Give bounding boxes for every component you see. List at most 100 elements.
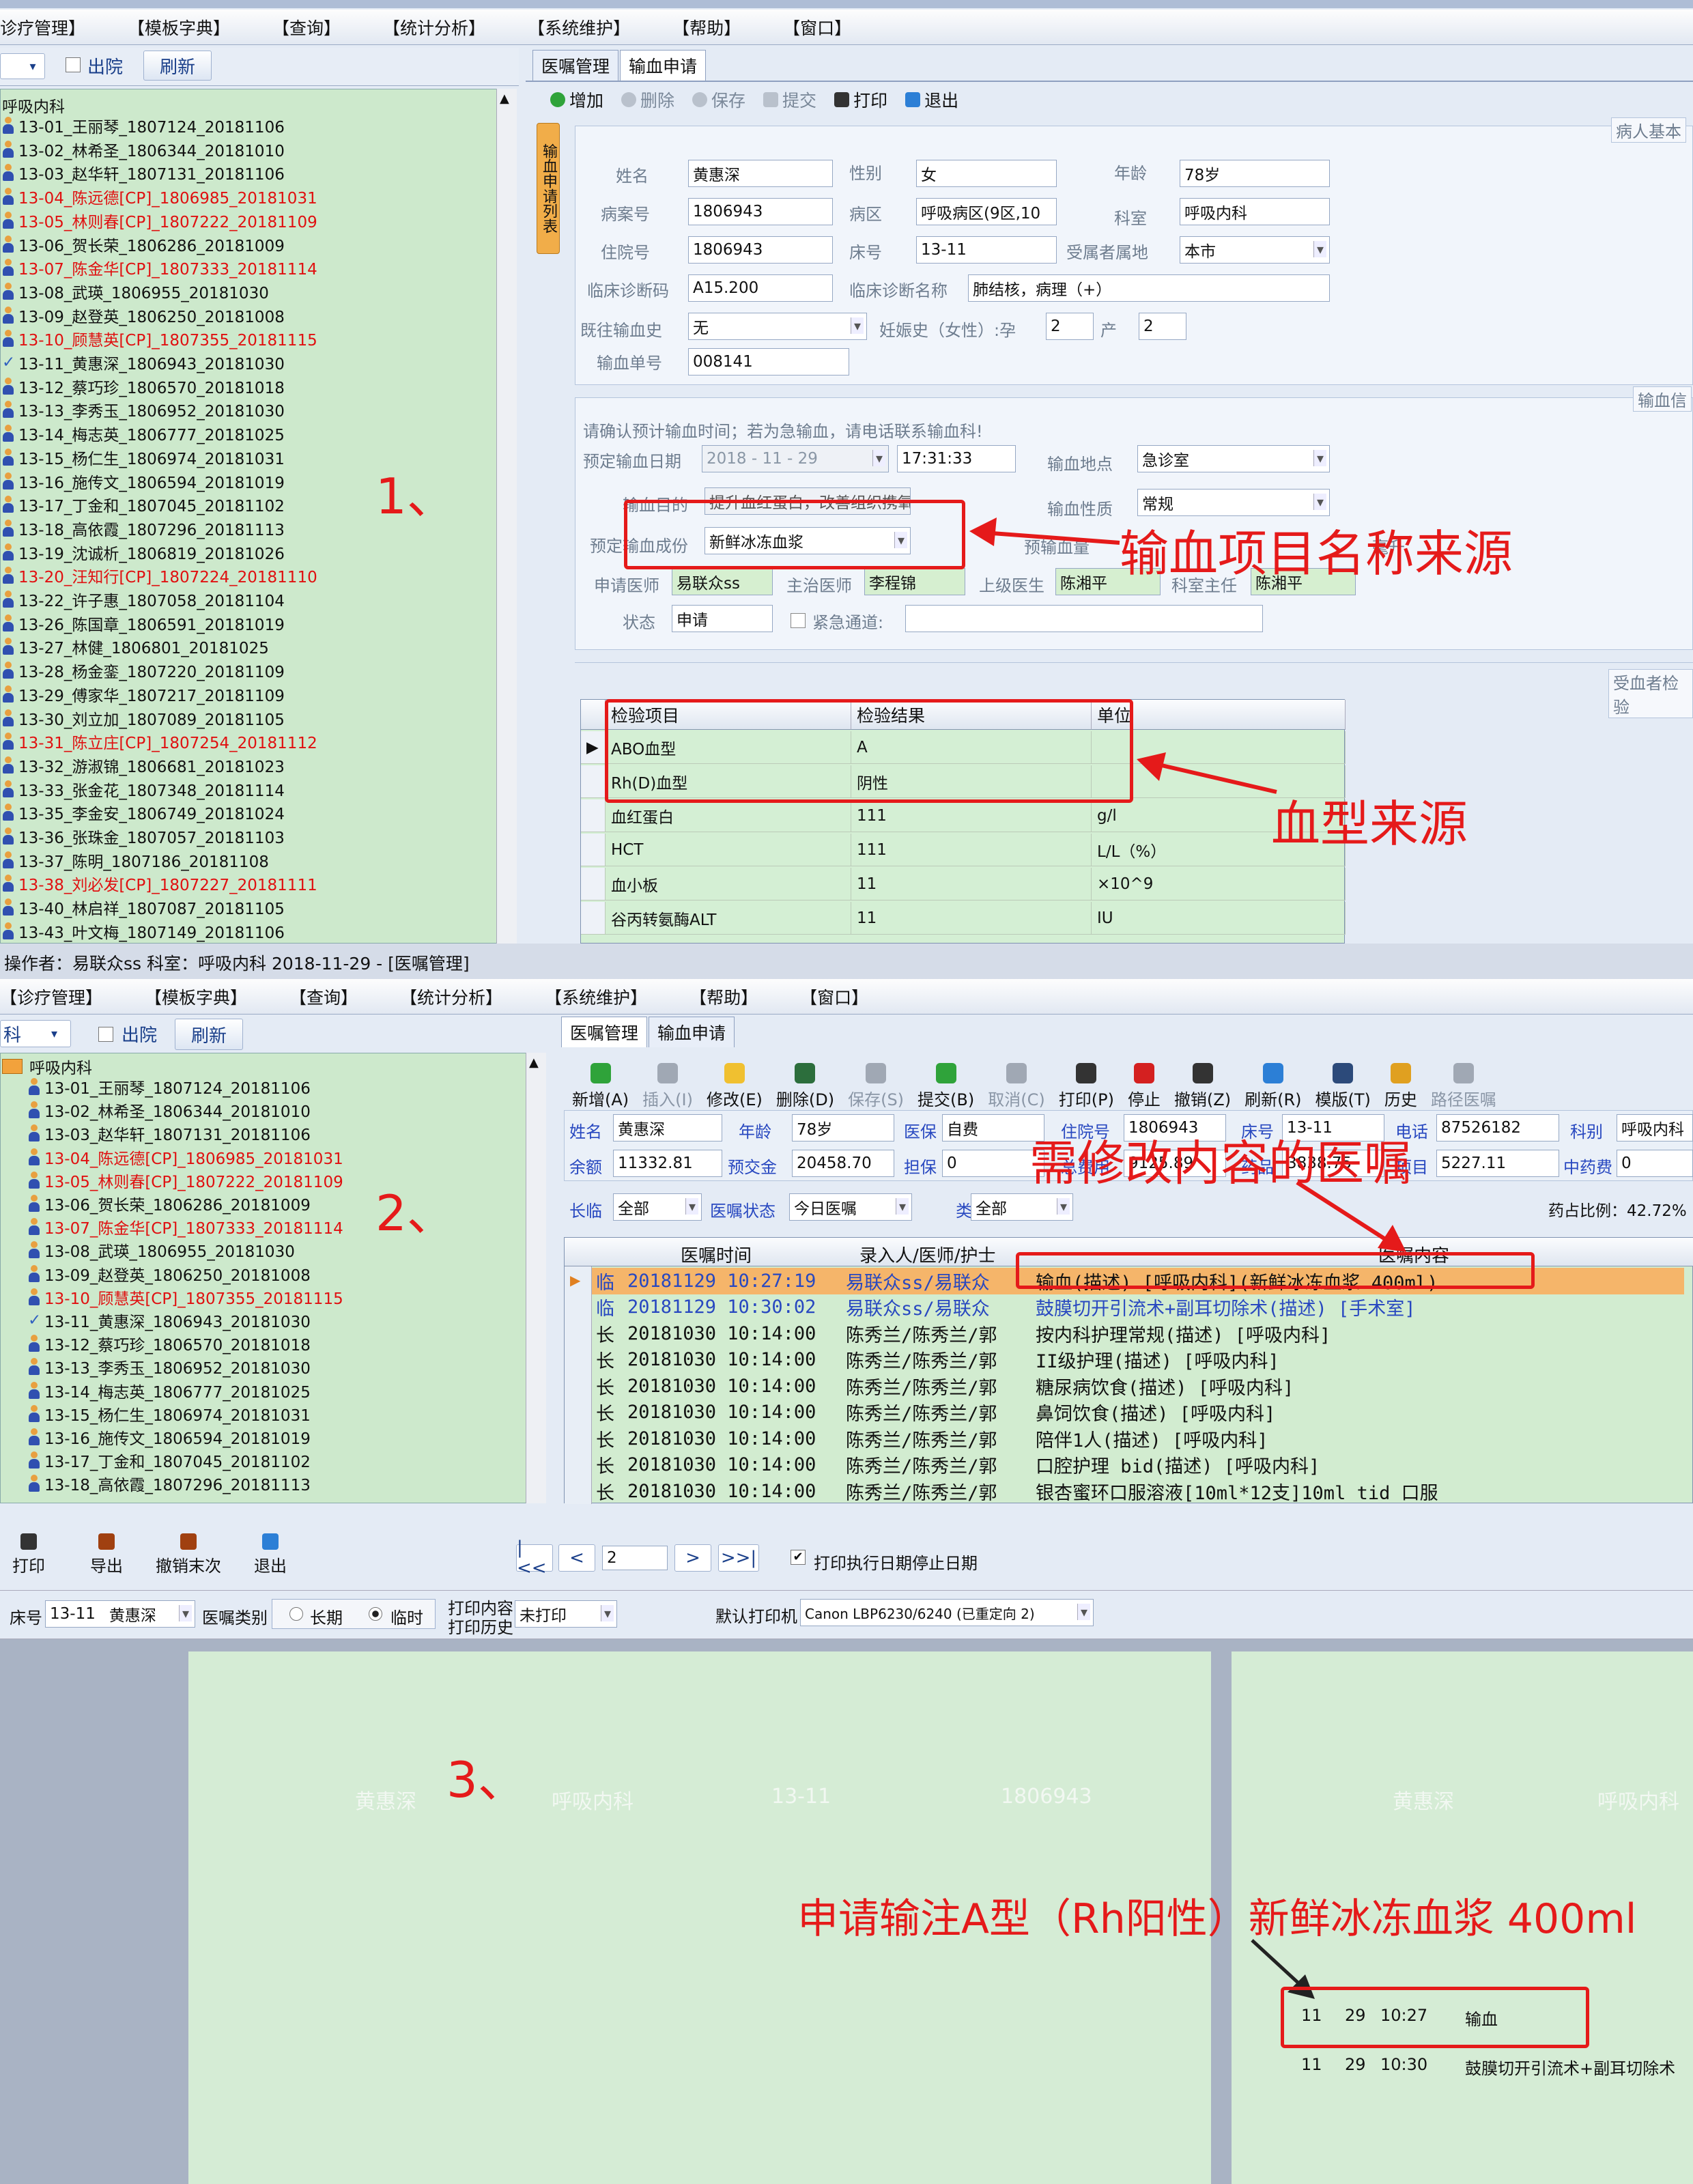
field-sex[interactable]: 女 xyxy=(916,160,1057,187)
patient-tree-item[interactable]: 13-14_梅志英_1806777_20181025 xyxy=(2,422,285,445)
patient-tree-item[interactable]: 13-09_赵登英_1806250_20181008 xyxy=(28,1262,311,1286)
menu-item[interactable]: 【窗口】 xyxy=(800,984,868,1009)
patient-tree-item[interactable]: 13-31_陈立庄[CP]_1807254_20181112 xyxy=(2,730,317,753)
lab-row-selector[interactable] xyxy=(581,902,606,935)
field-time[interactable]: 17:31:33 xyxy=(897,445,1016,472)
patient-tree-item[interactable]: 13-43_叶文梅_1807149_20181106 xyxy=(2,920,285,943)
patient-tree-item[interactable]: 13-04_陈远德[CP]_1806985_20181031 xyxy=(2,185,317,208)
print-button[interactable]: 打印 xyxy=(834,87,887,112)
info-field[interactable]: 78岁 xyxy=(792,1114,894,1141)
order-row[interactable]: 长 20181030 10:14:00 陈秀兰/陈秀兰/郭 II级护理(描述) [呼吸… xyxy=(565,1347,1684,1374)
patient-tree-item[interactable]: 13-06_贺长荣_1806286_20181009 xyxy=(2,233,285,256)
patient-tree-item[interactable]: 13-38_刘必发[CP]_1807227_20181111 xyxy=(2,872,317,895)
save-button[interactable]: 保存 xyxy=(692,87,745,112)
patient-tree-item[interactable]: 13-40_林启祥_1807087_20181105 xyxy=(2,896,285,919)
order-row[interactable]: 长 20181030 10:14:00 陈秀兰/陈秀兰/郭 按内科护理常规(描述) [… xyxy=(565,1320,1684,1347)
field-state[interactable]: 申请 xyxy=(672,605,773,632)
patient-tree-item[interactable]: 13-17_丁金和_1807045_20181102 xyxy=(28,1449,311,1472)
patient-tree-item[interactable]: ✓ 13-11_黄惠深_1806943_20181030 xyxy=(28,1309,311,1332)
patient-tree-item[interactable]: 13-07_陈金华[CP]_1807333_20181114 xyxy=(28,1215,343,1238)
patient-tree-item[interactable]: 13-37_陈明_1807186_20181108 xyxy=(2,849,269,872)
patient-tree-item[interactable]: 13-16_施传文_1806594_20181019 xyxy=(28,1426,311,1449)
menu-item[interactable]: 【模板字典】 xyxy=(145,984,247,1009)
info-field[interactable]: 87526182 xyxy=(1436,1114,1559,1141)
patient-tree-item[interactable]: 13-19_沈诚析_1806819_20181026 xyxy=(2,541,285,564)
menu-item[interactable]: 【统计分析】 xyxy=(400,984,502,1009)
menu-item[interactable]: 诊疗管理】 xyxy=(0,15,85,40)
patient-tree-item[interactable]: 13-03_赵华轩_1807131_20181106 xyxy=(28,1122,311,1145)
tab-transfusion[interactable]: 输血申请 xyxy=(620,50,707,81)
menu-item[interactable]: 【帮助】 xyxy=(689,984,758,1009)
field-transfusion-history[interactable]: 无 xyxy=(688,313,867,340)
field-applicant[interactable]: 易联众ss xyxy=(672,568,773,595)
field-births[interactable]: 2 xyxy=(1139,313,1186,340)
print-state-select[interactable]: 未打印 xyxy=(515,1600,617,1628)
tree-scrollbar[interactable]: ▲ xyxy=(496,89,517,944)
add-order-button[interactable]: 新增(A) xyxy=(572,1063,629,1110)
patient-tree-item[interactable]: 13-30_刘立加_1807089_20181105 xyxy=(2,707,285,730)
patient-tree-item[interactable]: 13-02_林希圣_1806344_20181010 xyxy=(28,1098,311,1122)
patient-tree-item[interactable]: 13-08_武瑛_1806955_20181030 xyxy=(2,280,269,303)
patient-tree-item[interactable]: 13-02_林希圣_1806344_20181010 xyxy=(2,138,285,161)
dept-select[interactable]: ▾ xyxy=(0,53,45,79)
refresh-button[interactable]: 刷新 xyxy=(143,51,212,81)
last-page-button[interactable]: >>| xyxy=(718,1544,759,1572)
patient-tree-item[interactable]: 13-28_杨金銮_1807220_20181109 xyxy=(2,659,285,682)
printer-select[interactable]: Canon LBP6230/6240 (已重定向 2) xyxy=(800,1599,1094,1626)
print-print-button[interactable]: 打印 xyxy=(12,1533,45,1576)
prev-page-button[interactable]: < xyxy=(558,1544,595,1572)
patient-tree-item[interactable]: 13-20_汪知行[CP]_1807224_20181110 xyxy=(2,564,317,587)
stop-order-button[interactable]: 停止 xyxy=(1128,1063,1161,1110)
info-field[interactable]: 黄惠深 xyxy=(613,1114,722,1141)
tree-dept-node-2[interactable]: 呼吸内科 xyxy=(2,1055,92,1078)
discharge-checkbox-2[interactable] xyxy=(98,1027,113,1042)
save-order-button[interactable]: 保存(S) xyxy=(848,1063,904,1110)
edit-order-button[interactable]: 修改(E) xyxy=(707,1063,763,1110)
scroll-up-icon-2[interactable]: ▲ xyxy=(529,1055,539,1070)
tree-scrollbar-2[interactable]: ▲ xyxy=(526,1053,546,1503)
patient-tree-item[interactable]: 13-27_林健_1806801_20181025 xyxy=(2,635,269,658)
urgent-checkbox[interactable] xyxy=(791,613,806,628)
refresh-order-button[interactable]: 刷新(R) xyxy=(1244,1063,1302,1110)
path-order-order-button[interactable]: 路径医嘱 xyxy=(1431,1063,1496,1110)
patient-tree-item[interactable]: 13-15_杨仁生_1806974_20181031 xyxy=(28,1402,311,1426)
patient-tree-item[interactable]: 13-04_陈远德[CP]_1806985_20181031 xyxy=(28,1146,343,1169)
print-order-button[interactable]: 打印(P) xyxy=(1059,1063,1114,1110)
page-input[interactable]: 2 xyxy=(602,1546,668,1570)
patient-tree-item[interactable]: 13-18_高依霞_1807296_20181113 xyxy=(28,1472,311,1495)
submit-button[interactable]: 提交 xyxy=(763,87,816,112)
patient-tree-item[interactable]: 13-06_贺长荣_1806286_20181009 xyxy=(28,1192,311,1215)
exit-print-button[interactable]: 退出 xyxy=(254,1533,287,1576)
patient-tree-item[interactable]: 13-01_王丽琴_1807124_20181106 xyxy=(2,114,285,137)
col-entered-by-header[interactable]: 录入人/医师/护士 xyxy=(859,1242,996,1267)
order-row[interactable]: 长 20181030 10:14:00 陈秀兰/陈秀兰/郭 鼻饲饮食(描述) [呼吸内… xyxy=(565,1400,1684,1426)
patient-tree-item[interactable]: 13-10_顾慧英[CP]_1807355_20181115 xyxy=(28,1286,343,1309)
patient-tree-item[interactable]: 13-08_武瑛_1806955_20181030 xyxy=(28,1238,295,1262)
lab-row-selector[interactable] xyxy=(581,799,606,832)
bed-select[interactable]: 13-11 黄惠深 xyxy=(45,1600,195,1628)
lab-row-selector[interactable] xyxy=(581,765,606,798)
field-pregnancy[interactable]: 2 xyxy=(1046,313,1094,340)
field-order-no[interactable]: 008141 xyxy=(688,348,849,375)
patient-tree-item[interactable]: 13-15_杨仁生_1806974_20181031 xyxy=(2,446,285,469)
order-row[interactable]: 长 20181030 10:14:00 陈秀兰/陈秀兰/郭 陪伴1人(描述) [呼吸内… xyxy=(565,1426,1684,1452)
patient-tree-item[interactable]: 13-13_李秀玉_1806952_20181030 xyxy=(28,1355,311,1378)
patient-tree-item[interactable]: 13-22_许子惠_1807058_20181104 xyxy=(2,588,285,611)
patient-tree-item[interactable]: 13-12_蔡巧珍_1806570_20181018 xyxy=(2,375,285,398)
discharge-checkbox[interactable] xyxy=(66,57,81,72)
menu-item[interactable]: 【统计分析】 xyxy=(383,15,485,40)
order-row[interactable]: 长 20181030 10:14:00 陈秀兰/陈秀兰/郭 糖尿病饮食(描述) [呼吸… xyxy=(565,1373,1684,1400)
info-field[interactable]: 0 xyxy=(1617,1150,1693,1177)
patient-tree-item[interactable]: 13-03_赵华轩_1807131_20181106 xyxy=(2,161,285,184)
field-date[interactable]: 2018 - 11 - 29 xyxy=(702,445,889,472)
dept-select-2[interactable]: 科 ▾ xyxy=(0,1020,71,1047)
order-row[interactable]: 长 20181030 10:14:00 陈秀兰/陈秀兰/郭 银杏蜜环口服溶液[10ml… xyxy=(565,1478,1684,1505)
field-name[interactable]: 黄惠深 xyxy=(688,160,833,187)
patient-tree-item[interactable]: 13-12_蔡巧珍_1806570_20181018 xyxy=(28,1332,311,1355)
field-locality[interactable]: 本市 xyxy=(1180,236,1330,264)
patient-tree-item[interactable]: ✓ 13-11_黄惠深_1806943_20181030 xyxy=(2,351,285,374)
menu-item[interactable]: 【帮助】 xyxy=(672,15,741,40)
patient-tree-item[interactable]: 13-33_张金花_1807348_20181114 xyxy=(2,778,285,801)
lab-row-selector[interactable] xyxy=(581,868,606,900)
menu-item[interactable]: 【诊疗管理】 xyxy=(0,984,102,1009)
